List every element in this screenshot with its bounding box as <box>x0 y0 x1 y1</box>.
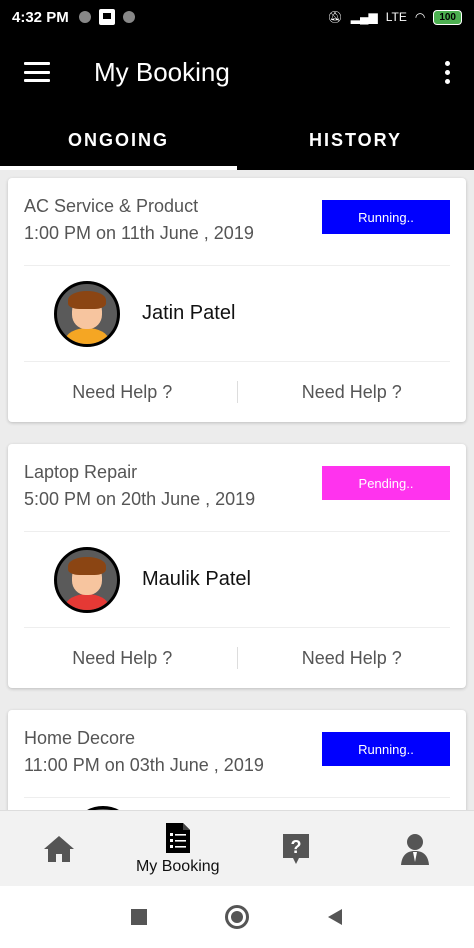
booking-header: Laptop Repair 5:00 PM on 20th June , 201… <box>24 444 450 532</box>
status-badge[interactable]: Pending.. <box>322 466 450 500</box>
network-type: LTE <box>385 10 407 24</box>
help-icon: ? <box>283 833 310 864</box>
nav-my-booking[interactable]: My Booking <box>119 811 238 886</box>
back-button[interactable] <box>315 897 355 937</box>
mute-icon: 🔕︎ <box>327 10 343 24</box>
help-row: Need Help ? Need Help ? <box>8 628 466 688</box>
home-button[interactable] <box>217 897 257 937</box>
need-help-link[interactable]: Need Help ? <box>238 382 467 403</box>
system-navigation-bar <box>0 886 474 948</box>
booking-list-icon <box>165 822 190 853</box>
page-title: My Booking <box>94 56 230 87</box>
need-help-link[interactable]: Need Help ? <box>8 648 237 669</box>
status-badge[interactable]: Running.. <box>322 732 450 766</box>
square-icon <box>131 909 147 925</box>
signal-icon: ▂▄▆ <box>350 10 378 24</box>
notification-dot-icon <box>78 11 91 23</box>
avatar <box>54 546 120 613</box>
nav-help[interactable]: ? <box>237 811 356 886</box>
booking-list[interactable]: AC Service & Product 1:00 PM on 11th Jun… <box>0 170 474 810</box>
need-help-link[interactable]: Need Help ? <box>8 382 237 403</box>
app-bar: My Booking <box>0 34 474 110</box>
status-time: 4:32 PM <box>12 8 69 26</box>
notification-dot-icon <box>122 11 135 23</box>
booking-card[interactable]: AC Service & Product 1:00 PM on 11th Jun… <box>8 178 466 422</box>
circle-icon <box>225 905 249 929</box>
profile-icon <box>400 833 429 865</box>
bottom-navigation: My Booking ? <box>0 810 474 886</box>
recents-button[interactable] <box>119 897 159 937</box>
help-row: Need Help ? Need Help ? <box>8 362 466 422</box>
provider-row: Jatin Patel <box>24 266 450 362</box>
booking-card[interactable]: Home Decore 11:00 PM on 03th June , 2019… <box>8 710 466 810</box>
home-icon <box>44 835 75 862</box>
message-notification-icon <box>98 9 115 25</box>
nav-my-booking-label: My Booking <box>135 857 220 875</box>
hamburger-menu-icon[interactable] <box>24 62 50 82</box>
need-help-link[interactable]: Need Help ? <box>238 648 467 669</box>
back-triangle-icon <box>328 909 342 925</box>
tab-bar: ONGOING HISTORY <box>0 110 474 170</box>
booking-header: Home Decore 11:00 PM on 03th June , 2019… <box>24 710 450 798</box>
status-badge[interactable]: Running.. <box>322 200 450 234</box>
nav-home[interactable] <box>0 811 119 886</box>
svg-text:?: ? <box>291 837 302 857</box>
overflow-menu-icon[interactable] <box>445 60 450 84</box>
tab-history[interactable]: HISTORY <box>237 110 474 170</box>
status-bar: 4:32 PM 🔕︎ ▂▄▆ LTE ◠ 100 <box>0 0 474 34</box>
provider-name: Jatin Patel <box>142 302 236 324</box>
tab-ongoing[interactable]: ONGOING <box>0 110 237 170</box>
avatar <box>54 280 120 347</box>
provider-name: Maulik Patel <box>142 568 251 590</box>
wifi-icon: ◠ <box>414 10 426 24</box>
booking-card[interactable]: Laptop Repair 5:00 PM on 20th June , 201… <box>8 444 466 688</box>
booking-header: AC Service & Product 1:00 PM on 11th Jun… <box>24 178 450 266</box>
battery-indicator: 100 <box>433 9 462 25</box>
provider-row: Maulik Patel <box>24 532 450 628</box>
nav-profile[interactable] <box>356 811 474 886</box>
